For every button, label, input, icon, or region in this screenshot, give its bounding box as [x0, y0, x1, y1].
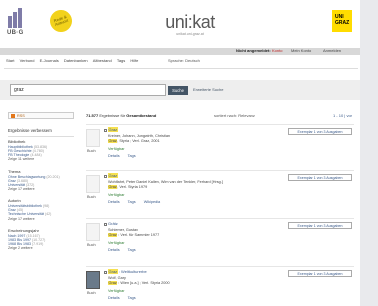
result-actions: Details Tags Wikipedia: [108, 200, 167, 204]
wikipedia-link[interactable]: Wikipedia: [144, 200, 160, 204]
facet-head: Erscheinungsjahr: [8, 227, 39, 233]
result-item: Buch Grätz Schiemer, Gustav Graz : Verl.…: [86, 218, 354, 262]
facet-group-erscheinungsjahr: Erscheinungsjahr Nach 1997 (15.167) 1983…: [8, 227, 74, 251]
select-checkbox[interactable]: [104, 129, 107, 132]
facet-more-link[interactable]: Zeige 17 weitere: [8, 217, 74, 221]
holdings-button[interactable]: Exemplar 1 von 3 Ausgaben: [288, 174, 352, 181]
nav-start[interactable]: Start: [6, 58, 14, 64]
facet-more-link[interactable]: Zeige 17 weitere: [8, 187, 74, 191]
tags-link[interactable]: Tags: [128, 154, 136, 158]
availability: Verfügbar: [108, 147, 125, 151]
cover-image[interactable]: [86, 271, 100, 289]
nav-ejournals[interactable]: E-Journals: [40, 58, 59, 64]
ub-graz-logo[interactable]: UB·G: [6, 8, 28, 38]
holdings-button[interactable]: Exemplar 1 von 3 Ausgaben: [288, 270, 352, 277]
availability: Verfügbar: [108, 289, 125, 293]
result-item: Buch Graz Wohlfahrt, Peter Daniel Kallen…: [86, 170, 354, 214]
facet-group-bibliothek: Bibliothek Hauptbibliothek (53.836) FB G…: [8, 138, 74, 162]
result-item: Buch Graz Kreiner, Johann, Jungwirth, Ch…: [86, 124, 354, 168]
result-authors: Schiemer, Gustav: [108, 228, 138, 232]
search-button[interactable]: Suche: [168, 86, 188, 95]
logo-bars-icon: [8, 8, 26, 28]
divider: [4, 68, 358, 69]
pagination[interactable]: 1 - 10 | vor: [333, 113, 352, 119]
mein-konto-link[interactable]: Mein Konto: [291, 49, 311, 54]
rss-icon: [11, 114, 15, 118]
cover-placeholder: [86, 175, 100, 193]
brand-subtitle: unikat.uni-graz.at: [176, 31, 204, 36]
result-actions: Details Tags: [108, 154, 143, 158]
result-title[interactable]: Graz: [108, 127, 118, 133]
anmelden-link[interactable]: Anmelden: [323, 49, 341, 54]
ub-graz-logo-text: UB·G: [7, 30, 24, 36]
result-actions: Details Tags: [108, 248, 143, 252]
not-logged-in-label: Nicht angemeldet:: [236, 48, 271, 54]
facet-group-thema: Thema Ohne Beschlagwortung (20.201) Graz…: [8, 168, 74, 192]
result-title[interactable]: Graz: [108, 173, 118, 179]
availability: Verfügbar: [108, 193, 125, 197]
cover-placeholder: [86, 223, 100, 241]
facet-more-link[interactable]: Zeige 2 weitere: [8, 246, 74, 250]
format-label: Buch: [87, 195, 96, 199]
facet-more-link[interactable]: Zeige 11 weitere: [8, 157, 74, 161]
format-label: Buch: [87, 243, 96, 247]
result-item: Buch Graz : Weltkulturerbe Wolf, Gary Gr…: [86, 266, 354, 306]
details-link[interactable]: Details: [108, 296, 120, 300]
nav-datenbanken[interactable]: Datenbanken: [64, 58, 88, 64]
details-link[interactable]: Details: [108, 200, 120, 204]
format-label: Buch: [87, 291, 96, 295]
nav-hilfe[interactable]: Hilfe: [130, 58, 138, 64]
facet-head: Autorin: [8, 198, 21, 204]
result-publication: Graz : Verl. für Sammler 1977: [108, 233, 160, 237]
language-select[interactable]: Sprache: Deutsch: [168, 58, 200, 64]
availability: Verfügbar: [108, 241, 125, 245]
cover-placeholder: [86, 129, 100, 147]
format-label: Buch: [87, 149, 96, 153]
holdings-button[interactable]: Exemplar 1 von 3 Ausgaben: [288, 128, 352, 135]
result-publication: Graz, Styria ; Verl. Graz, 2001: [108, 139, 160, 143]
result-count: 71.577 Ergebnisse für Gesamtbestand: [86, 113, 157, 118]
result-publication: Graz : Wien [u.a.] ; Verl. Styria 2000: [108, 281, 170, 285]
result-authors: Wolf, Gary: [108, 276, 126, 280]
main-nav: Start Verbund E-Journals Datenbanken Alt…: [6, 58, 142, 65]
results-header: 71.577 Ergebnisse für Gesamtbestand sort…: [86, 113, 354, 122]
nav-altbestand[interactable]: Altbestand: [93, 58, 112, 64]
select-checkbox[interactable]: [104, 175, 107, 178]
uni-logo-line2: GRAZ: [335, 20, 350, 26]
result-publication: Graz, Verl. Styria 1979: [108, 185, 148, 189]
advanced-search-link[interactable]: Erweiterte Suche: [193, 87, 223, 93]
result-authors: Kreiner, Johann, Jungwirth, Christian: [108, 134, 171, 138]
facet-head: Bibliothek: [8, 138, 26, 144]
result-title[interactable]: Grätz: [108, 221, 118, 227]
promo-badge[interactable]: Rede & Antwort: [46, 6, 76, 36]
sort-select[interactable]: sortiert nach: Relevanz: [214, 113, 255, 119]
result-authors: Wohlfahrt, Peter Daniel Kallen, Wim van …: [108, 180, 223, 184]
tags-link[interactable]: Tags: [128, 296, 136, 300]
nav-verbund[interactable]: Verbund: [20, 58, 35, 64]
details-link[interactable]: Details: [108, 154, 120, 158]
uni-graz-logo[interactable]: UNI GRAZ: [332, 10, 352, 32]
details-link[interactable]: Details: [108, 248, 120, 252]
rss-feed-link[interactable]: RSS: [8, 112, 74, 119]
select-checkbox[interactable]: [104, 223, 107, 226]
login-bar: Nicht angemeldet: Konto Mein Konto Anmel…: [0, 48, 360, 55]
search-input[interactable]: [10, 84, 166, 96]
brand[interactable]: uni:kat unikat.uni-graz.at: [150, 12, 230, 36]
select-checkbox[interactable]: [104, 271, 107, 274]
result-title[interactable]: Graz : Weltkulturerbe: [108, 269, 147, 275]
window-edge: [360, 0, 378, 306]
refine-results-title: Ergebnisse verbessern: [8, 128, 74, 137]
result-actions: Details Tags: [108, 296, 143, 300]
konto-link[interactable]: Konto: [272, 49, 282, 54]
page: UB·G Rede & Antwort uni:kat unikat.uni-g…: [0, 0, 360, 306]
tags-link[interactable]: Tags: [128, 248, 136, 252]
tags-link[interactable]: Tags: [128, 200, 136, 204]
holdings-button[interactable]: Exemplar 1 von 3 Ausgaben: [288, 222, 352, 229]
rss-label: RSS: [17, 114, 25, 118]
facet-sidebar: RSS Ergebnisse verbessern Bibliothek Hau…: [8, 112, 74, 254]
facet-head: Thema: [8, 168, 21, 174]
brand-title: uni:kat: [165, 12, 215, 32]
nav-tags[interactable]: Tags: [117, 58, 125, 64]
facet-group-autorin: Autorin Universitätsbibliothek (98) Graz…: [8, 199, 74, 221]
